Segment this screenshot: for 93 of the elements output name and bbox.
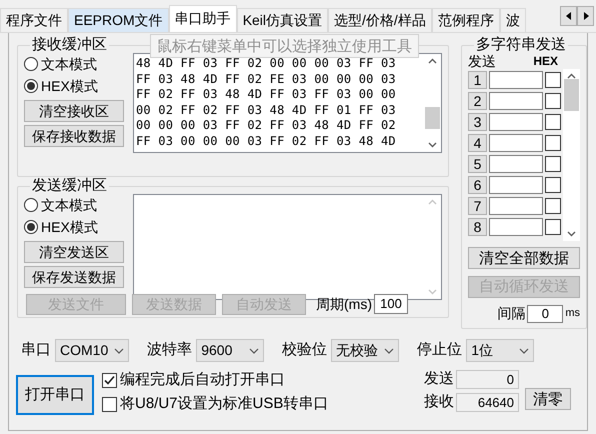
radio-button[interactable] bbox=[24, 220, 38, 234]
reset-button[interactable]: 清零 bbox=[525, 388, 571, 410]
send-number-button[interactable]: 8 bbox=[468, 218, 487, 236]
receive-text-area[interactable] bbox=[133, 53, 442, 153]
checkbox[interactable] bbox=[545, 219, 561, 235]
hex-line: 00 02 FF 02 FF 03 48 4D FF 01 FF 03 bbox=[136, 102, 397, 118]
interval-field[interactable]: 0 bbox=[527, 304, 564, 322]
hex-line: FF 03 00 00 00 03 FF 02 FF 03 48 4D bbox=[136, 134, 397, 149]
radio-button[interactable] bbox=[24, 57, 38, 71]
checkbox[interactable] bbox=[545, 135, 561, 151]
dropdown[interactable]: 9600 bbox=[196, 339, 264, 362]
column-header: HEX bbox=[533, 53, 558, 69]
radio-label[interactable]: 文本模式 bbox=[41, 194, 97, 216]
dropdown[interactable]: 无校验 bbox=[331, 339, 400, 362]
tab-scroll-left-icon[interactable] bbox=[560, 6, 577, 26]
tab[interactable]: 程序文件 bbox=[0, 8, 68, 32]
setting-label: 校验位 bbox=[282, 340, 328, 360]
string-field[interactable] bbox=[489, 71, 543, 89]
checkbox[interactable] bbox=[545, 72, 561, 88]
hex-line: FF 02 FF 03 48 4D FF 03 FF 03 00 00 bbox=[136, 87, 397, 102]
tab-scroll-right-icon[interactable] bbox=[577, 6, 594, 26]
scroll-down-icon[interactable] bbox=[567, 231, 576, 237]
string-field[interactable] bbox=[489, 134, 543, 152]
checkbox[interactable] bbox=[545, 93, 561, 109]
dropdown[interactable]: COM10 bbox=[55, 339, 130, 362]
radio-button[interactable] bbox=[24, 79, 38, 93]
radio-label[interactable]: HEX模式 bbox=[41, 76, 98, 96]
chevron-down-icon bbox=[249, 348, 260, 354]
column-header: 发送 bbox=[468, 53, 496, 69]
interval-label: 间隔 bbox=[497, 304, 526, 323]
hex-line: 48 4D FF 03 FF 02 00 00 00 03 FF 03 bbox=[136, 56, 397, 72]
text-button[interactable]: 清空发送区 bbox=[24, 241, 124, 263]
chevron-down-icon bbox=[384, 348, 394, 354]
dropdown[interactable]: 1位 bbox=[466, 339, 534, 362]
send-number-button[interactable]: 2 bbox=[468, 92, 487, 110]
tab[interactable]: 波 bbox=[500, 8, 526, 32]
tab[interactable]: 串口助手 bbox=[168, 5, 237, 32]
counter-label: 发送 bbox=[424, 369, 454, 390]
send-number-button[interactable]: 6 bbox=[468, 176, 487, 194]
scrollbar-thumb[interactable] bbox=[425, 107, 440, 129]
period-field[interactable]: 100 bbox=[374, 294, 408, 314]
chevron-down-icon bbox=[114, 348, 124, 354]
scrollbar-thumb[interactable] bbox=[564, 79, 579, 111]
group-title: 多字符串发送 bbox=[475, 37, 567, 53]
hex-line: FF 03 48 4D FF 02 FE 03 00 00 00 03 bbox=[136, 72, 397, 87]
counter-field: 64640 bbox=[456, 393, 519, 412]
string-field[interactable] bbox=[489, 92, 543, 110]
tab[interactable]: 范例程序 bbox=[432, 8, 500, 32]
counter-field: 0 bbox=[456, 370, 519, 389]
text-button[interactable]: 保存接收数据 bbox=[24, 125, 124, 147]
chevron-down-icon bbox=[519, 348, 530, 354]
string-field[interactable] bbox=[489, 176, 543, 194]
checkbox[interactable] bbox=[545, 114, 561, 130]
checkbox[interactable] bbox=[102, 372, 117, 388]
text-button[interactable]: 保存发送数据 bbox=[24, 266, 124, 288]
clear-all-button[interactable]: 清空全部数据 bbox=[468, 247, 580, 269]
checkbox[interactable] bbox=[545, 177, 561, 193]
period-label: 周期(ms) bbox=[316, 294, 372, 314]
group-title: 发送缓冲区 bbox=[31, 178, 108, 194]
scroll-up-icon[interactable] bbox=[567, 73, 576, 79]
radio-label[interactable]: 文本模式 bbox=[41, 54, 97, 74]
tab[interactable]: Keil仿真设置 bbox=[236, 8, 328, 32]
radio-button[interactable] bbox=[24, 198, 38, 212]
send-number-button[interactable]: 5 bbox=[468, 155, 487, 173]
counter-label: 接收 bbox=[424, 392, 454, 412]
send-number-button[interactable]: 7 bbox=[468, 197, 487, 215]
send-number-button[interactable]: 4 bbox=[468, 134, 487, 152]
group-title: 接收缓冲区 bbox=[31, 37, 108, 53]
checkbox[interactable] bbox=[545, 198, 561, 214]
setting-label: 停止位 bbox=[417, 340, 462, 360]
string-field[interactable] bbox=[489, 155, 543, 173]
option-label[interactable]: 编程完成后自动打开串口 bbox=[120, 368, 285, 392]
open-port-button[interactable]: 打开串口 bbox=[16, 375, 94, 415]
radio-label[interactable]: HEX模式 bbox=[41, 216, 98, 238]
tab[interactable]: EEPROM文件 bbox=[68, 8, 169, 32]
hex-line: 00 00 00 03 FF 02 FF 03 48 4D FF 02 bbox=[136, 118, 397, 134]
checkbox[interactable] bbox=[545, 156, 561, 172]
scroll-down-icon[interactable] bbox=[428, 142, 437, 148]
tooltip: 鼠标右键菜单中可以选择独立使用工具 bbox=[150, 34, 419, 58]
setting-label: 波特率 bbox=[147, 340, 192, 360]
send-number-button[interactable]: 3 bbox=[468, 113, 487, 131]
checkbox[interactable] bbox=[102, 396, 117, 412]
send-number-button[interactable]: 1 bbox=[468, 71, 487, 89]
string-field[interactable] bbox=[489, 197, 543, 215]
interval-unit: ms bbox=[565, 306, 580, 322]
string-field[interactable] bbox=[489, 218, 543, 236]
string-field[interactable] bbox=[489, 113, 543, 131]
option-label[interactable]: 将U8/U7设置为标准USB转串口 bbox=[120, 392, 328, 416]
setting-label: 串口 bbox=[21, 340, 51, 360]
text-button[interactable]: 清空接收区 bbox=[24, 100, 124, 122]
check-icon bbox=[104, 374, 115, 386]
tab[interactable]: 选型/价格/样品 bbox=[328, 8, 432, 32]
scroll-up-icon[interactable] bbox=[428, 58, 437, 64]
